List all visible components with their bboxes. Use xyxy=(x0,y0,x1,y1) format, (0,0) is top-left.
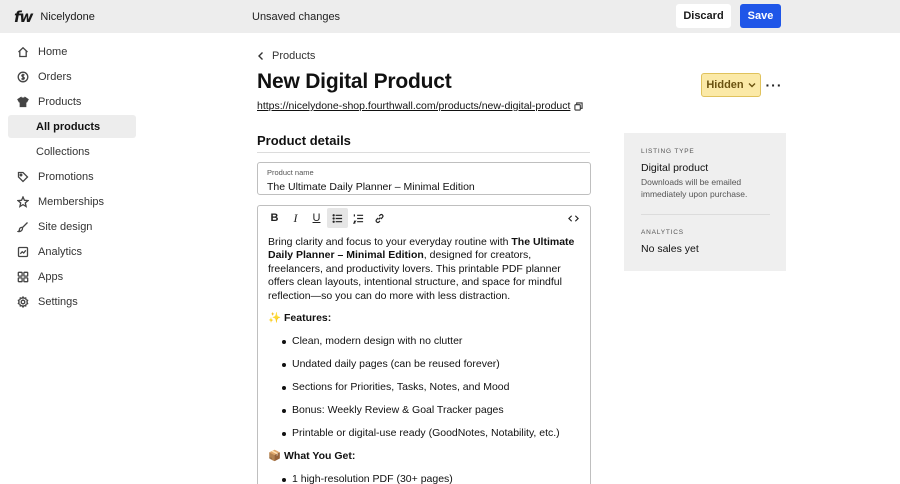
list-item: Bonus: Weekly Review & Goal Tracker page… xyxy=(282,404,580,417)
description-intro: Bring clarity and focus to your everyday… xyxy=(268,236,580,303)
star-icon xyxy=(16,195,30,209)
description-editor[interactable]: B I U Bring clarity and focus to your ev… xyxy=(257,205,591,484)
breadcrumb[interactable]: Products xyxy=(257,50,315,62)
sidebar-item-collections[interactable]: Collections xyxy=(8,140,136,163)
sidebar-item-label: All products xyxy=(36,120,101,133)
sidebar-item-orders[interactable]: Orders xyxy=(8,65,136,88)
sidebar-item-label: Site design xyxy=(38,220,93,233)
tag-icon xyxy=(16,170,30,184)
chart-icon xyxy=(16,245,30,259)
sidebar-item-analytics[interactable]: Analytics xyxy=(8,240,136,263)
orders-icon xyxy=(16,70,30,84)
page-title: New Digital Product xyxy=(257,70,452,93)
sidebar-item-label: Memberships xyxy=(38,195,105,208)
divider xyxy=(641,214,770,215)
product-name-input[interactable] xyxy=(267,181,581,193)
store-name[interactable]: Nicelydone xyxy=(40,11,94,23)
listing-type-note: Downloads will be emailed immediately up… xyxy=(641,177,748,199)
sidebar-item-label: Collections xyxy=(36,145,90,158)
visibility-status-dropdown[interactable]: Hidden xyxy=(701,73,761,97)
status-label: Hidden xyxy=(706,79,744,91)
analytics-kicker: ANALYTICS xyxy=(641,229,684,236)
sidebar-item-home[interactable]: Home xyxy=(8,40,136,63)
chevron-down-icon xyxy=(748,83,756,88)
sidebar-item-site-design[interactable]: Site design xyxy=(8,215,136,238)
listing-type-kicker: LISTING TYPE xyxy=(641,148,695,155)
code-icon xyxy=(568,214,579,222)
home-icon xyxy=(16,45,30,59)
bullet-list-icon xyxy=(332,213,343,223)
section-title-product-details: Product details xyxy=(257,133,351,148)
numbered-list-button[interactable] xyxy=(348,208,369,228)
apps-icon xyxy=(16,270,30,284)
editor-toolbar: B I U xyxy=(258,206,590,230)
sidebar-item-label: Promotions xyxy=(38,170,94,183)
bold-button[interactable]: B xyxy=(264,208,285,228)
sidebar-item-label: Analytics xyxy=(38,245,83,258)
sidebar-item-memberships[interactable]: Memberships xyxy=(8,190,136,213)
sidebar-item-all-products[interactable]: All products xyxy=(8,115,136,138)
editor-content[interactable]: Bring clarity and focus to your everyday… xyxy=(258,230,590,484)
gear-icon xyxy=(16,295,30,309)
list-item: Sections for Priorities, Tasks, Notes, a… xyxy=(282,381,580,394)
chevron-left-icon xyxy=(258,52,263,60)
list-item: 1 high-resolution PDF (30+ pages) xyxy=(282,473,580,484)
sidebar-item-settings[interactable]: Settings xyxy=(8,290,136,313)
what-you-get-list: 1 high-resolution PDF (30+ pages) xyxy=(268,473,580,484)
shirt-icon xyxy=(16,95,30,109)
more-options-button[interactable]: ··· xyxy=(765,76,783,94)
sidebar-item-label: Settings xyxy=(38,295,78,308)
sidebar: Home Orders Products All products Collec… xyxy=(0,33,145,484)
underline-button[interactable]: U xyxy=(306,208,327,228)
product-name-label: Product name xyxy=(267,168,314,177)
breadcrumb-label: Products xyxy=(272,50,316,62)
product-url-link[interactable]: https://nicelydone-shop.fourthwall.com/p… xyxy=(257,100,584,112)
link-button[interactable] xyxy=(369,208,390,228)
list-item: Undated daily pages (can be reused forev… xyxy=(282,358,580,371)
sidebar-item-label: Home xyxy=(38,45,68,58)
sidebar-item-label: Products xyxy=(38,95,82,108)
discard-button[interactable]: Discard xyxy=(676,4,731,28)
intro-text: Bring clarity and focus to your everyday… xyxy=(268,236,512,248)
italic-button[interactable]: I xyxy=(285,208,306,228)
numbered-list-icon xyxy=(353,213,364,224)
brand-logo[interactable]: fw xyxy=(14,8,33,26)
save-button[interactable]: Save xyxy=(740,4,781,28)
product-name-field[interactable]: Product name xyxy=(257,162,591,195)
product-url-text: https://nicelydone-shop.fourthwall.com/p… xyxy=(257,100,571,112)
what-you-get-heading: 📦 What You Get: xyxy=(268,449,356,462)
features-heading: ✨ Features: xyxy=(268,312,332,325)
sidebar-item-products[interactable]: Products xyxy=(8,90,136,113)
analytics-value: No sales yet xyxy=(641,243,699,255)
code-view-button[interactable] xyxy=(563,208,584,228)
bullet-list-button[interactable] xyxy=(327,208,348,228)
listing-type-value: Digital product xyxy=(641,162,709,174)
sidebar-item-promotions[interactable]: Promotions xyxy=(8,165,136,188)
features-list: Clean, modern design with no clutter Und… xyxy=(268,335,580,440)
link-icon xyxy=(375,213,384,223)
copy-icon[interactable] xyxy=(574,101,584,111)
brand: fw Nicelydone xyxy=(0,8,252,26)
unsaved-changes-label: Unsaved changes xyxy=(252,10,341,23)
list-item: Printable or digital-use ready (GoodNote… xyxy=(282,427,580,440)
brush-icon xyxy=(16,220,30,234)
sidebar-item-apps[interactable]: Apps xyxy=(8,265,136,288)
divider xyxy=(257,152,590,153)
sidebar-item-label: Apps xyxy=(38,270,64,283)
listing-info-panel: LISTING TYPE Digital product Downloads w… xyxy=(624,133,786,271)
sidebar-item-label: Orders xyxy=(38,70,72,83)
list-item: Clean, modern design with no clutter xyxy=(282,335,580,348)
